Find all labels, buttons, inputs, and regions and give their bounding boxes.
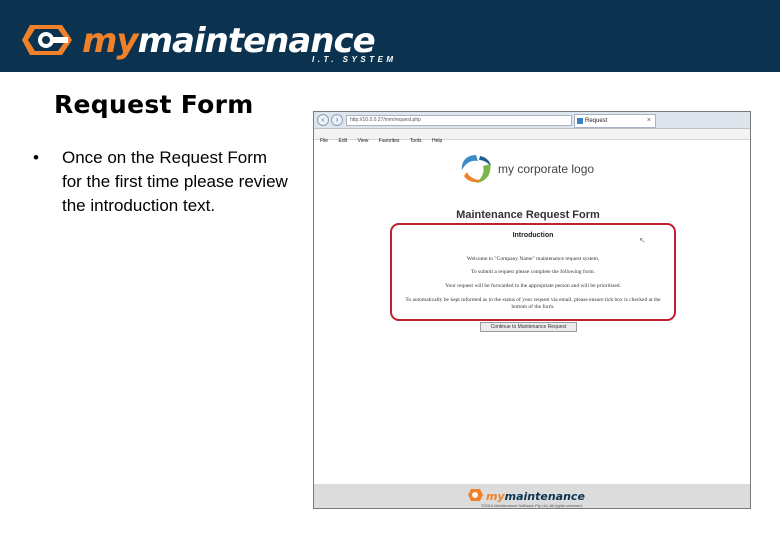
menu-favorites[interactable]: Favorites <box>379 136 400 147</box>
slide-header: mymaintenance I.T. SYSTEM <box>0 0 780 72</box>
gear-wrench-logo-icon <box>468 489 483 501</box>
intro-line: Welcome to "Company Name" maintenance re… <box>466 256 600 262</box>
footer-copyright: ©2014 Maintenance Software Pty Ltd. All … <box>481 503 583 508</box>
bullet-item: • Once on the Request Form for the first… <box>30 146 290 218</box>
footer-brand-maintenance: maintenance <box>504 490 585 503</box>
page-footer: mymaintenance ©2014 Maintenance Software… <box>314 484 750 508</box>
menu-tools[interactable]: Tools <box>410 136 422 147</box>
corporate-logo-icon <box>461 155 491 183</box>
slide-title: Request Form <box>54 90 254 119</box>
back-arrow-icon[interactable]: ‹ <box>317 114 329 126</box>
menu-file[interactable]: File <box>320 136 328 147</box>
form-title: Maintenance Request Form <box>456 209 600 221</box>
intro-line: Your request will be forwarded to the ap… <box>445 283 621 289</box>
menu-help[interactable]: Help <box>432 136 442 147</box>
bullet-text: Once on the Request Form for the first t… <box>62 148 288 215</box>
footer-brand-my: my <box>486 490 505 503</box>
bullet-icon: • <box>33 148 39 167</box>
intro-line: To submit a request please complete the … <box>470 269 596 275</box>
forward-arrow-icon[interactable]: › <box>331 114 343 126</box>
browser-nav-bar: ‹ › http://10.0.0.27/mm/request.php Requ… <box>314 112 750 129</box>
continue-button[interactable]: Continue to Maintenance Request <box>480 322 577 332</box>
introduction-heading: Introduction <box>512 232 554 239</box>
mouse-cursor-icon: ↖ <box>639 236 646 245</box>
bullet-list: • Once on the Request Form for the first… <box>30 146 290 218</box>
menu-view[interactable]: View <box>358 136 369 147</box>
tab-label: Request <box>585 118 608 124</box>
brand-tagline: I.T. SYSTEM <box>312 55 397 64</box>
corporate-logo-text: my corporate logo <box>498 162 595 176</box>
browser-menu-bar: File Edit View Favorites Tools Help <box>314 129 750 144</box>
intro-line: To automatically be kept informed as to … <box>405 297 661 310</box>
browser-tab[interactable]: Request × <box>574 114 656 128</box>
introduction-highlight: Introduction Welcome to "Company Name" m… <box>390 223 676 321</box>
address-bar[interactable]: http://10.0.0.27/mm/request.php <box>346 115 572 126</box>
page-favicon-icon <box>577 118 583 124</box>
brand-my: my <box>82 21 139 61</box>
gear-wrench-logo-icon <box>22 25 72 55</box>
request-form-screenshot: ‹ › http://10.0.0.27/mm/request.php Requ… <box>313 111 751 509</box>
close-tab-icon[interactable]: × <box>647 115 651 127</box>
menu-edit[interactable]: Edit <box>339 136 348 147</box>
